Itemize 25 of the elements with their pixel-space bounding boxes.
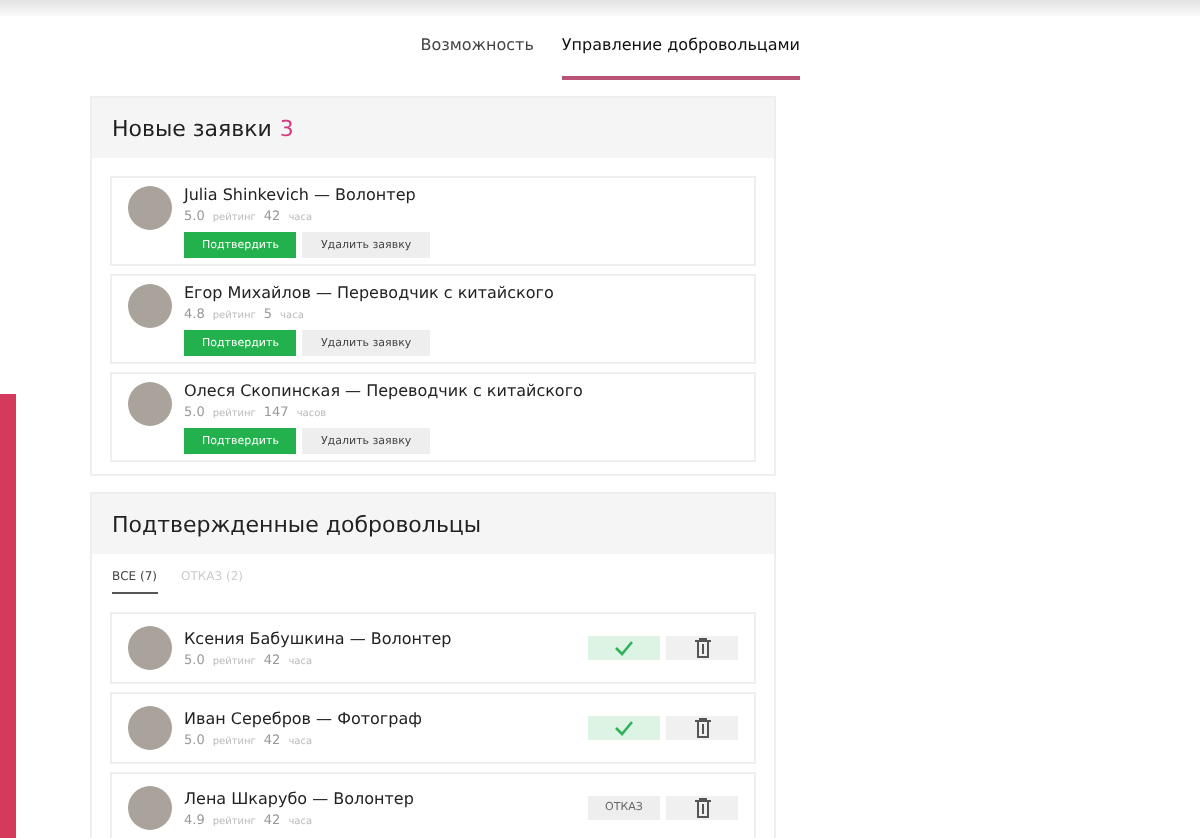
tab[interactable]: Управление добровольцами bbox=[561, 28, 800, 80]
tab[interactable]: Возможность bbox=[420, 28, 534, 80]
trash-icon bbox=[693, 718, 711, 738]
check-icon bbox=[614, 720, 634, 736]
section-title: Подтвержденные добровольцы bbox=[112, 511, 482, 537]
volunteer-name: Олеся Скопинская — Переводчик с китайского bbox=[184, 382, 583, 400]
section-title: Новые заявки bbox=[112, 115, 272, 141]
delete-button[interactable] bbox=[666, 636, 738, 660]
avatar bbox=[128, 284, 172, 328]
volunteer-name: Julia Shinkevich — Волонтер bbox=[184, 186, 418, 204]
avatar bbox=[128, 382, 172, 426]
avatar bbox=[128, 186, 172, 230]
trash-icon bbox=[693, 798, 711, 818]
avatar bbox=[128, 706, 172, 750]
trash-icon bbox=[693, 638, 711, 658]
volunteer-name: Иван Серебров — Фотограф bbox=[184, 709, 422, 727]
volunteer-name: Лена Шкарубо — Волонтер bbox=[184, 789, 414, 807]
volunteer-name: Егор Михайлов — Переводчик с китайского bbox=[184, 284, 554, 302]
request-count: 3 bbox=[279, 115, 294, 141]
avatar bbox=[128, 786, 172, 830]
check-icon bbox=[614, 640, 634, 656]
volunteer-name: Ксения Бабушкина — Волонтер bbox=[184, 629, 452, 647]
delete-button[interactable] bbox=[666, 796, 738, 820]
delete-button[interactable] bbox=[666, 716, 738, 740]
avatar bbox=[128, 626, 172, 670]
